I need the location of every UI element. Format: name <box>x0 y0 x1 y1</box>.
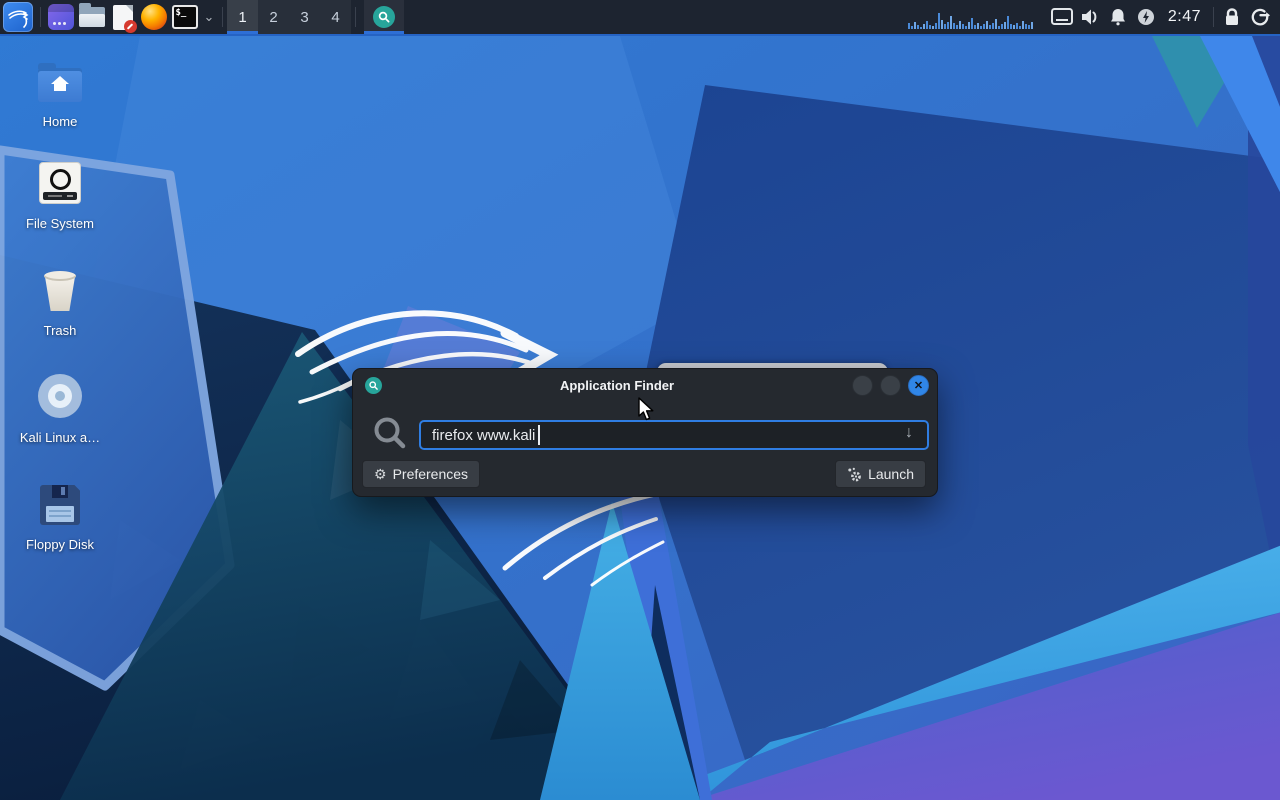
logout-icon[interactable] <box>1246 7 1274 27</box>
panel-separator <box>222 7 223 27</box>
workspace-4[interactable]: 4 <box>320 0 351 34</box>
desktop-icon-label: File System <box>26 216 94 231</box>
notifications-bell-icon[interactable] <box>1104 7 1132 27</box>
trash-icon <box>42 271 78 311</box>
folder-icon <box>78 3 105 27</box>
home-folder-icon <box>38 63 82 102</box>
desktop-icon-kali-cd[interactable]: Kali Linux a… <box>5 372 115 445</box>
volume-icon[interactable] <box>1076 7 1104 27</box>
gear-icon: ⚙ <box>374 466 387 482</box>
desktop-icon-floppy[interactable]: Floppy Disk <box>5 479 115 552</box>
workspace-3[interactable]: 3 <box>289 0 320 34</box>
desktop: $_ ⌄ 1 2 3 4 2:47 Home File System Trash… <box>0 0 1280 800</box>
workspace-switcher: 1 2 3 4 <box>227 0 351 34</box>
firefox-icon <box>140 4 167 30</box>
launcher-firefox[interactable] <box>138 0 169 34</box>
workspace-2[interactable]: 2 <box>258 0 289 34</box>
preferences-button-label: Preferences <box>392 466 469 482</box>
kali-logo-icon <box>3 2 33 32</box>
launch-button-label: Launch <box>868 466 914 482</box>
applications-menu-button[interactable] <box>0 0 36 34</box>
search-input[interactable] <box>419 420 929 450</box>
desktop-icon-label: Floppy Disk <box>26 537 94 552</box>
desktop-icon-home[interactable]: Home <box>5 56 115 129</box>
application-finder-icon <box>365 377 382 394</box>
terminal-dropdown-chevron[interactable]: ⌄ <box>200 0 218 34</box>
panel-separator <box>355 7 356 27</box>
audio-spectrum-graph <box>907 5 1034 29</box>
launcher-terminal[interactable]: $_ <box>169 0 200 34</box>
top-panel: $_ ⌄ 1 2 3 4 2:47 <box>0 0 1280 36</box>
launcher-text-editor[interactable] <box>107 0 138 34</box>
taskbar-application-finder[interactable] <box>364 0 404 34</box>
panel-separator <box>1213 7 1214 27</box>
run-icon <box>848 467 861 481</box>
lock-screen-icon[interactable] <box>1218 7 1246 27</box>
terminal-icon: $_ <box>171 5 198 29</box>
display-settings-icon[interactable] <box>1048 8 1076 26</box>
window-app-icon <box>47 4 74 30</box>
search-icon <box>374 417 406 449</box>
mouse-cursor <box>638 397 654 421</box>
text-cursor <box>538 425 540 445</box>
hard-drive-icon <box>39 162 81 204</box>
window-title: Application Finder <box>559 378 675 393</box>
document-edit-icon <box>112 4 137 33</box>
panel-clock[interactable]: 2:47 <box>1160 8 1209 26</box>
desktop-icon-label: Trash <box>43 323 77 338</box>
desktop-icon-trash[interactable]: Trash <box>5 265 115 338</box>
application-finder-icon <box>373 6 395 28</box>
floppy-disk-icon <box>40 485 80 525</box>
launcher-desktop-app[interactable] <box>45 0 76 34</box>
panel-separator <box>40 7 41 27</box>
minimize-button[interactable] <box>852 375 873 396</box>
launcher-file-manager[interactable] <box>76 0 107 34</box>
desktop-icon-label: Kali Linux a… <box>19 430 101 445</box>
application-finder-window: Application Finder ✕ ↓ ⚙ Preferences <box>352 368 938 497</box>
cd-disc-icon <box>38 374 82 418</box>
workspace-1[interactable]: 1 <box>227 0 258 34</box>
maximize-button[interactable] <box>880 375 901 396</box>
close-button[interactable]: ✕ <box>908 375 929 396</box>
power-manager-icon[interactable] <box>1132 7 1160 27</box>
desktop-icon-file-system[interactable]: File System <box>5 158 115 231</box>
launch-button[interactable]: Launch <box>835 460 926 488</box>
desktop-icon-label: Home <box>42 114 78 129</box>
preferences-button[interactable]: ⚙ Preferences <box>362 460 481 488</box>
